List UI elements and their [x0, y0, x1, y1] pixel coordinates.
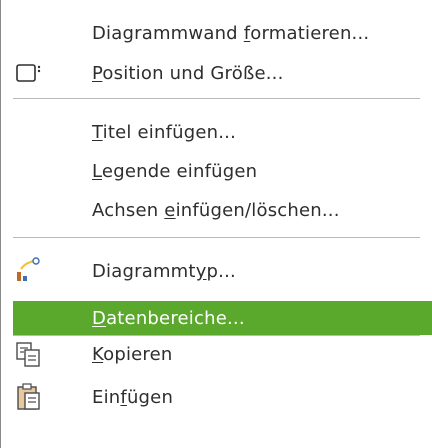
menu-item-position-size[interactable]: Position und Größe... [13, 54, 432, 92]
menu-item-paste[interactable]: Einfügen [13, 378, 432, 416]
menu-item-label: Legende einfügen [92, 160, 258, 182]
menu-item-label: Einfügen [92, 386, 174, 408]
context-menu: Diagrammwand formatieren... Position und… [0, 0, 432, 448]
menu-item-label: Kopieren [92, 343, 173, 365]
menu-item-label: Position und Größe... [92, 62, 284, 84]
menu-item-chart-type[interactable]: Diagrammtyp... [13, 252, 432, 290]
menu-separator [13, 98, 420, 99]
menu-item-label: Titel einfügen... [92, 121, 237, 143]
chart-type-icon [13, 255, 45, 287]
menu-separator [13, 237, 420, 238]
menu-item-format-chart-wall[interactable]: Diagrammwand formatieren... [13, 14, 432, 52]
menu-item-label: Diagrammtyp... [92, 260, 236, 282]
paste-icon [13, 381, 45, 413]
menu-item-insert-delete-axes[interactable]: Achsen einfügen/löschen... [13, 191, 432, 229]
position-size-icon [13, 57, 45, 89]
menu-item-insert-title[interactable]: Titel einfügen... [13, 113, 432, 151]
menu-item-copy[interactable]: Kopieren [13, 335, 432, 373]
copy-icon [13, 338, 45, 370]
menu-item-insert-legend[interactable]: Legende einfügen [13, 152, 432, 190]
menu-item-label: Datenbereiche... [92, 307, 245, 329]
menu-item-data-ranges[interactable]: Datenbereiche... [13, 301, 432, 335]
menu-item-label: Diagrammwand formatieren... [92, 22, 370, 44]
menu-item-label: Achsen einfügen/löschen... [92, 199, 340, 221]
